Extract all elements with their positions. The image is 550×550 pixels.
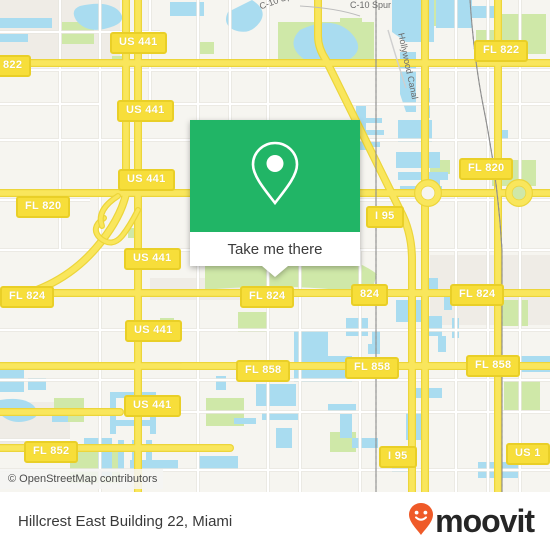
road-shield: FL 820 <box>16 196 71 218</box>
road-shield: US 441 <box>118 169 175 191</box>
road-shield: FL 858 <box>345 357 400 379</box>
road-shield: I 95 <box>379 446 417 468</box>
map-pin-icon <box>247 138 303 215</box>
road-shield: US 441 <box>124 248 181 270</box>
road-shield: I 95 <box>366 206 404 228</box>
road-shield: FL 858 <box>236 360 291 382</box>
page-title: Hillcrest East Building 22, Miami <box>18 512 233 530</box>
road-shield: 824 <box>351 284 389 306</box>
footer-bar: Hillcrest East Building 22, Miami moovit <box>0 492 550 550</box>
callout-tail <box>262 266 288 277</box>
map-label: C-10 Spur <box>350 0 392 10</box>
moovit-logo[interactable]: moovit <box>408 502 535 541</box>
road-shield: FL 852 <box>24 441 79 463</box>
road-shield: US 441 <box>117 100 174 122</box>
road-shield: US 441 <box>124 395 181 417</box>
map-canvas[interactable]: .w { fill:#a9dcf0; } .pk { fill:#cfe8a8;… <box>0 0 550 492</box>
take-me-there-label: Take me there <box>227 240 323 258</box>
road-shield: US 441 <box>125 320 182 342</box>
road-shield: FL 820 <box>459 158 514 180</box>
road-shield: FL 824 <box>450 284 505 306</box>
callout-header <box>190 120 360 232</box>
osm-attribution[interactable]: © OpenStreetMap contributors <box>0 469 164 489</box>
road-shield: US 1 <box>506 443 550 465</box>
moovit-pin-icon <box>408 502 434 541</box>
road-shield: US 441 <box>110 32 167 54</box>
moovit-wordmark: moovit <box>435 503 535 539</box>
road-shield: FL 824 <box>0 286 55 308</box>
road-shield: 822 <box>0 55 32 77</box>
moovit-map-screen: .w { fill:#a9dcf0; } .pk { fill:#cfe8a8;… <box>0 0 550 550</box>
take-me-there-button[interactable]: Take me there <box>190 232 360 266</box>
road-shield: FL 824 <box>240 286 295 308</box>
location-callout-card[interactable]: Take me there <box>190 120 360 277</box>
road-shield: FL 858 <box>466 355 521 377</box>
road-shield: FL 822 <box>474 40 529 62</box>
